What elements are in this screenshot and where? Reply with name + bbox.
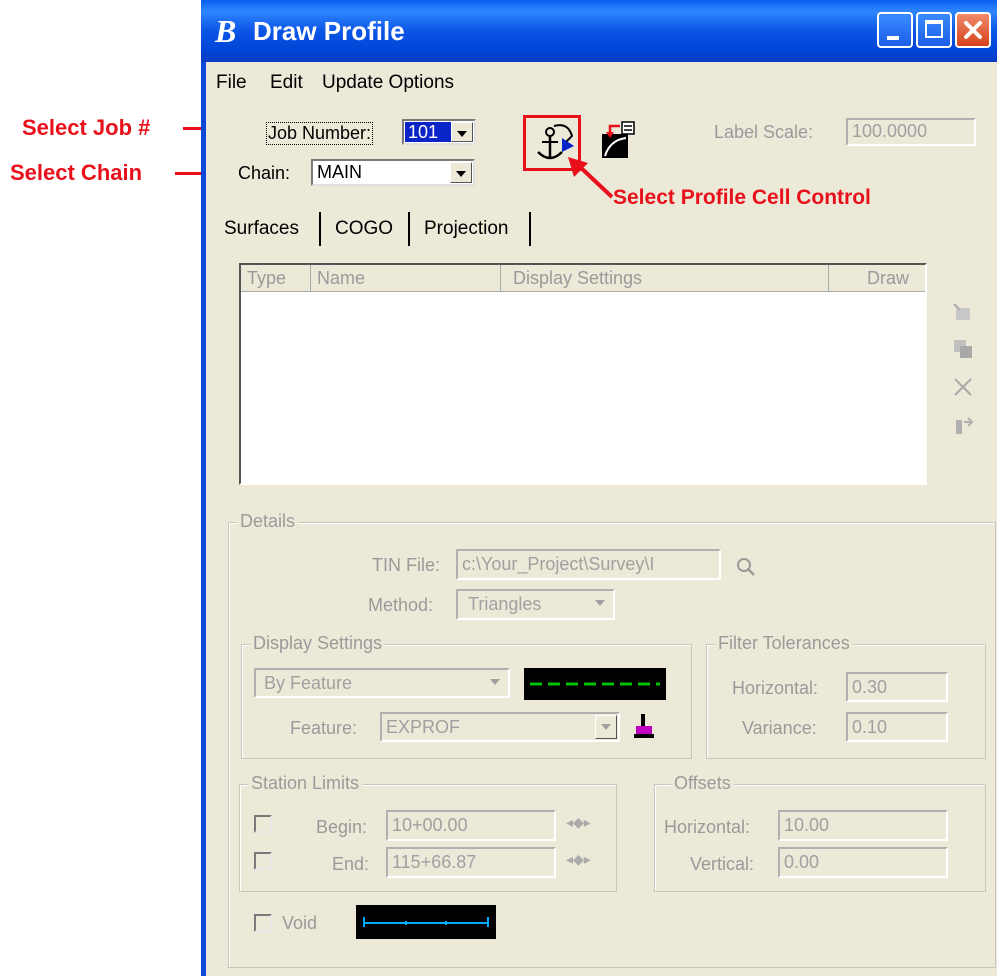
end-pick-icon[interactable]: ◂◆▸	[566, 852, 591, 868]
chevron-down-icon[interactable]	[451, 122, 473, 142]
menu-file[interactable]: File	[216, 72, 247, 94]
annotation-select-profile-cell: Select Profile Cell Control	[613, 186, 871, 209]
chevron-down-icon[interactable]	[590, 592, 612, 617]
tab-divider	[408, 212, 410, 246]
job-number-dropdown[interactable]: 101	[402, 119, 476, 145]
end-station-field[interactable]: 115+66.87	[386, 847, 556, 878]
tab-surfaces[interactable]: Surfaces	[224, 218, 299, 252]
column-draw[interactable]: Draw	[829, 265, 925, 291]
chain-dropdown[interactable]: MAIN	[311, 159, 475, 186]
filter-variance-label: Variance:	[742, 718, 817, 738]
void-line-style-preview[interactable]	[356, 905, 496, 939]
begin-checkbox[interactable]	[254, 815, 272, 833]
minimize-icon	[887, 36, 899, 40]
end-checkbox[interactable]	[254, 852, 272, 870]
chevron-down-icon[interactable]	[595, 715, 617, 739]
offsets-vertical-label: Vertical:	[690, 854, 755, 874]
draw-profile-window: B Draw Profile File Edit Update Options …	[201, 0, 997, 976]
line-style-preview[interactable]	[524, 668, 666, 700]
offsets-title: Offsets	[671, 773, 734, 794]
tab-divider	[319, 212, 321, 246]
chevron-down-icon[interactable]	[450, 162, 472, 183]
begin-station-field[interactable]: 10+00.00	[386, 810, 556, 841]
annotation-select-chain: Select Chain	[10, 160, 143, 185]
column-type[interactable]: Type	[241, 265, 311, 291]
begin-label: Begin:	[316, 817, 368, 837]
window-title: Draw Profile	[253, 16, 405, 46]
tin-file-label: TIN File:	[372, 555, 441, 575]
chevron-down-icon[interactable]	[485, 671, 507, 695]
tin-file-field[interactable]: c:\Your_Project\Survey\I	[456, 549, 721, 580]
filter-tolerances-title: Filter Tolerances	[715, 633, 853, 654]
minimize-button[interactable]	[877, 12, 913, 48]
app-logo-icon: B	[214, 14, 236, 48]
display-mode-value: By Feature	[264, 673, 353, 693]
begin-pick-icon[interactable]: ◂◆▸	[566, 815, 591, 831]
station-limits-title: Station Limits	[248, 773, 363, 794]
close-icon	[964, 21, 982, 39]
maximize-button[interactable]	[916, 12, 952, 48]
filter-variance-field[interactable]: 0.10	[846, 712, 948, 742]
offsets-horizontal-field[interactable]: 10.00	[778, 810, 948, 841]
add-icon[interactable]	[952, 302, 974, 324]
menu-edit[interactable]: Edit	[270, 72, 303, 94]
display-mode-dropdown[interactable]: By Feature	[254, 668, 510, 698]
list-header: Type Name Display Settings Draw	[241, 265, 925, 292]
menu-update-options[interactable]: Update Options	[322, 72, 454, 94]
svg-text:B: B	[214, 14, 236, 48]
profile-curve-icon	[602, 121, 635, 158]
details-title: Details	[237, 511, 299, 532]
void-label: Void	[282, 913, 318, 933]
void-line-swatch	[363, 917, 489, 927]
tab-divider	[529, 212, 531, 246]
chain-label: Chain:	[238, 163, 291, 183]
filter-horizontal-label: Horizontal:	[732, 678, 819, 698]
feature-value: EXPROF	[386, 717, 461, 737]
filter-horizontal-field[interactable]: 0.30	[846, 672, 948, 702]
end-label: End:	[332, 854, 370, 874]
tab-projection[interactable]: Projection	[424, 218, 509, 252]
delete-icon[interactable]	[952, 376, 974, 398]
job-number-label: Job Number:	[266, 122, 374, 145]
copy-icon[interactable]	[952, 338, 974, 360]
dashed-line-swatch	[530, 682, 660, 686]
method-label: Method:	[368, 595, 434, 615]
paint-brush-icon[interactable]	[633, 712, 655, 740]
offsets-horizontal-label: Horizontal:	[664, 817, 751, 837]
maximize-icon	[925, 20, 943, 38]
tab-cogo[interactable]: COGO	[335, 218, 393, 252]
void-checkbox[interactable]	[254, 914, 272, 932]
surfaces-list[interactable]: Type Name Display Settings Draw	[239, 263, 927, 485]
close-button[interactable]	[955, 12, 991, 48]
column-name[interactable]: Name	[311, 265, 501, 291]
feature-label: Feature:	[290, 718, 358, 738]
column-display-settings[interactable]: Display Settings	[501, 265, 829, 291]
feature-dropdown[interactable]: EXPROF	[380, 712, 620, 742]
method-value: Triangles	[468, 594, 542, 614]
annotation-select-job: Select Job #	[22, 115, 151, 140]
offsets-vertical-field[interactable]: 0.00	[778, 847, 948, 878]
method-dropdown[interactable]: Triangles	[456, 589, 615, 620]
title-bar[interactable]: B Draw Profile	[201, 0, 997, 62]
chain-value: MAIN	[317, 162, 362, 182]
search-icon[interactable]	[735, 556, 757, 578]
job-number-value: 101	[405, 122, 454, 142]
label-scale-label: Label Scale:	[714, 122, 814, 142]
label-scale-field[interactable]: 100.0000	[846, 118, 976, 146]
profile-from-surface-button[interactable]	[598, 120, 638, 160]
export-icon[interactable]	[952, 414, 974, 436]
display-settings-title: Display Settings	[250, 633, 386, 654]
